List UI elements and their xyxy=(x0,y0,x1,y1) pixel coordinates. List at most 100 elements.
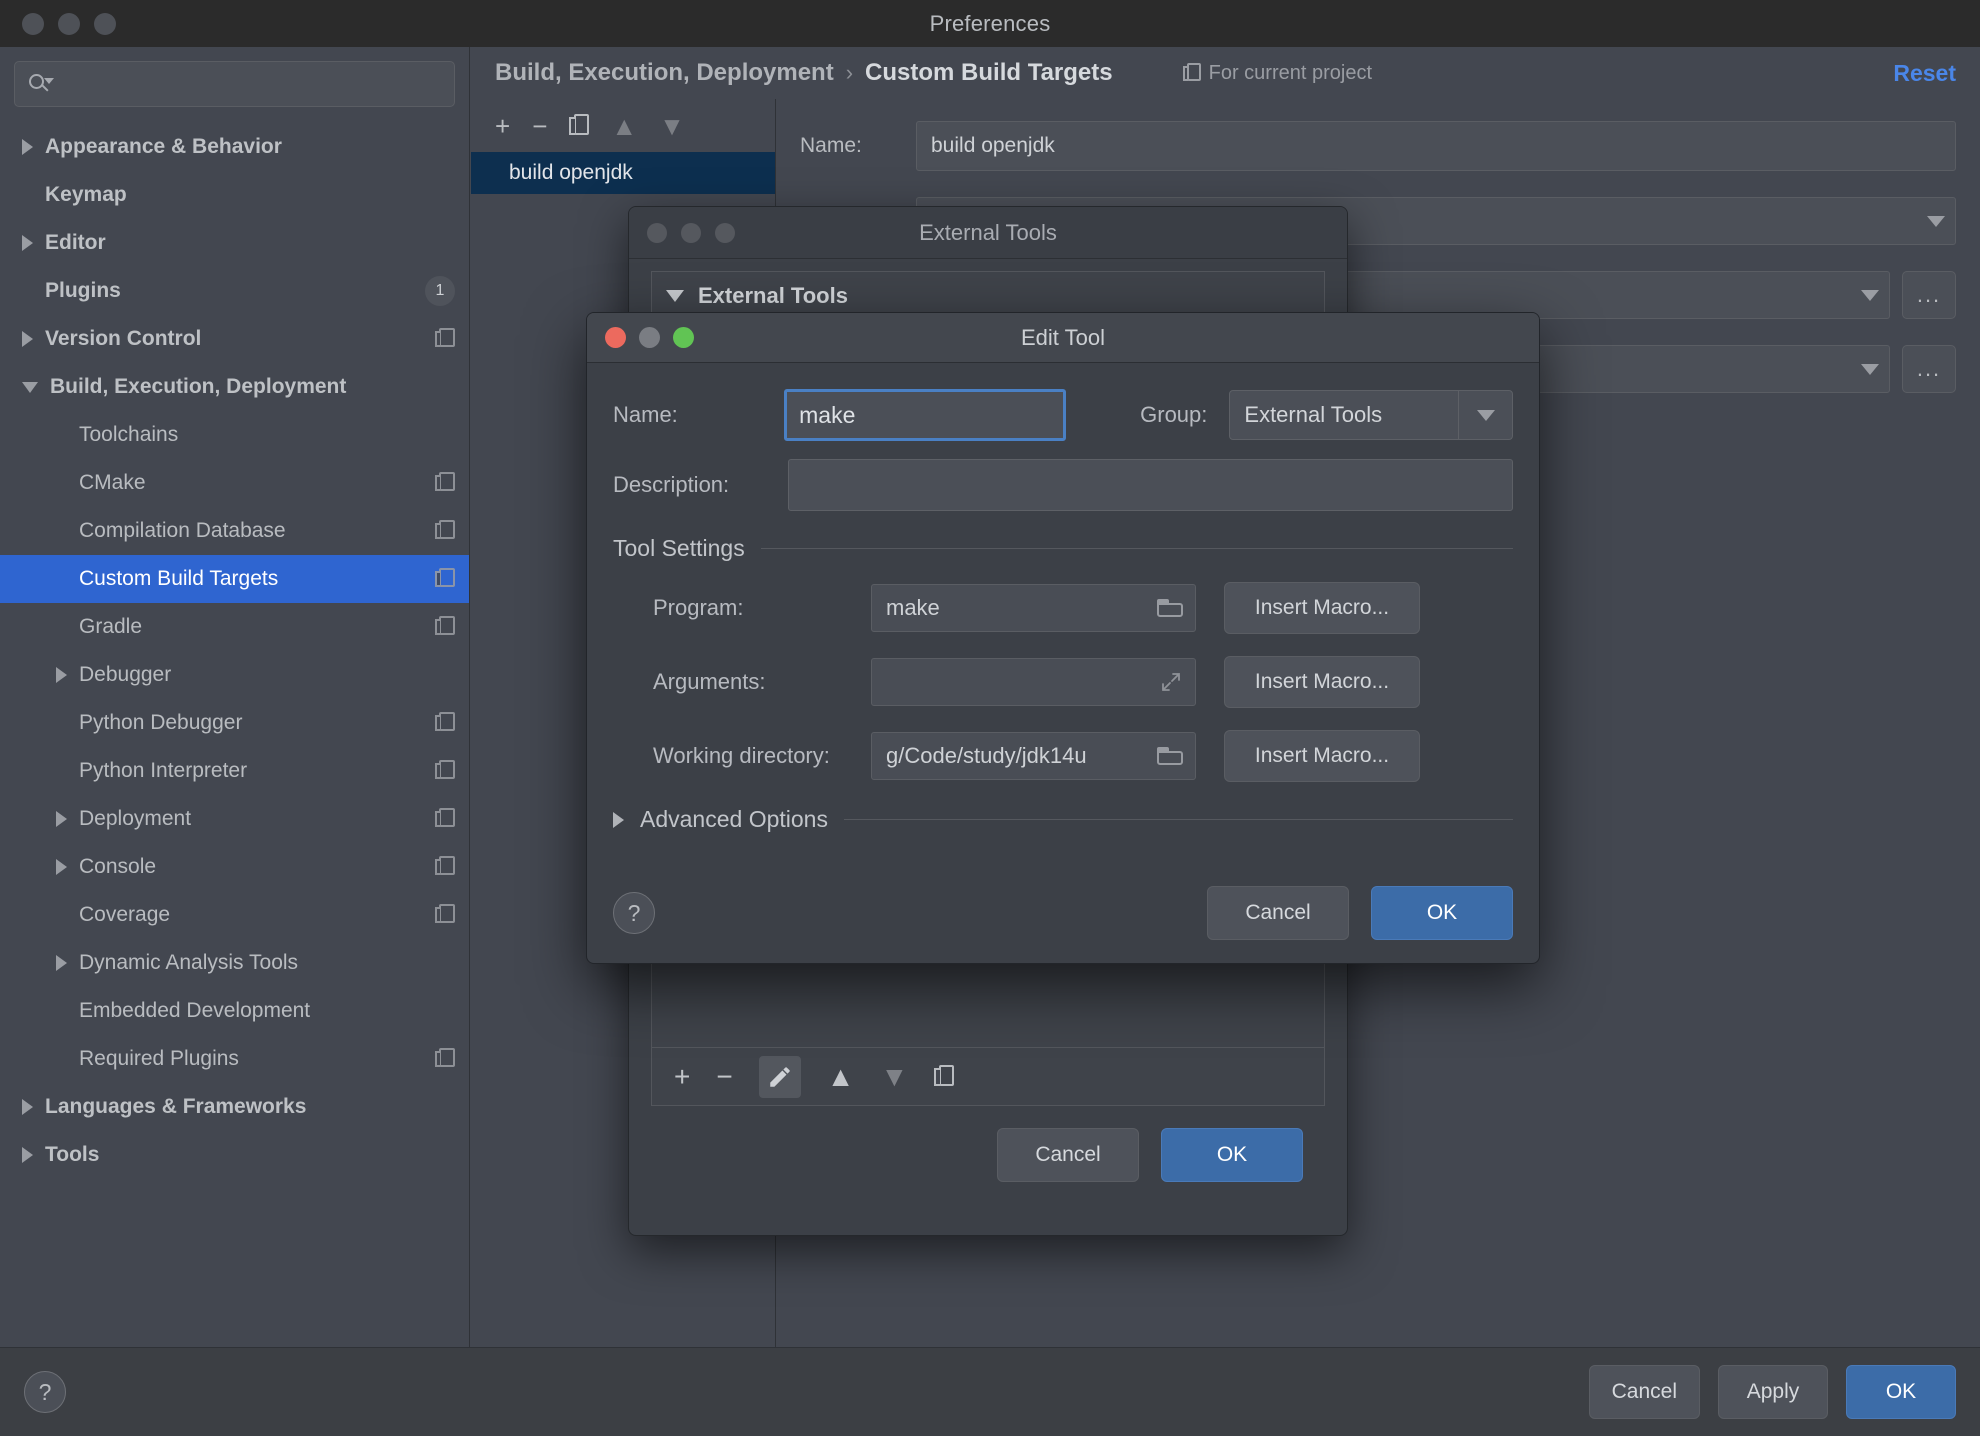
sidebar-item-embedded-development[interactable]: Embedded Development xyxy=(0,987,469,1035)
chevron-down-icon xyxy=(1927,215,1945,227)
tool-settings-section-header: Tool Settings xyxy=(613,535,1513,562)
sidebar-item-plugins[interactable]: Plugins 1 xyxy=(0,267,469,315)
sidebar-item-label: Plugins xyxy=(45,279,121,302)
add-tool-button[interactable]: + xyxy=(674,1062,690,1091)
remove-tool-button[interactable]: − xyxy=(716,1062,732,1091)
advanced-options-header[interactable]: Advanced Options xyxy=(613,806,1513,833)
sidebar-item-required-plugins[interactable]: Required Plugins xyxy=(0,1035,469,1083)
edit-tool-description-input[interactable] xyxy=(788,459,1513,511)
search-box[interactable] xyxy=(14,61,455,107)
external-tools-ok-button[interactable]: OK xyxy=(1161,1128,1303,1182)
sidebar-item-build-execution-deployment[interactable]: Build, Execution, Deployment xyxy=(0,363,469,411)
sidebar-item-label: Debugger xyxy=(79,663,172,686)
folder-icon[interactable] xyxy=(1157,597,1185,619)
edit-tool-button[interactable] xyxy=(758,1055,801,1098)
move-target-down-button[interactable]: ▼ xyxy=(659,113,685,139)
folder-icon[interactable] xyxy=(1157,745,1185,767)
copy-target-icon[interactable] xyxy=(569,113,590,138)
chevron-down-icon xyxy=(1861,289,1879,301)
sidebar-item-label: CMake xyxy=(79,471,146,494)
sidebar-item-gradle[interactable]: Gradle xyxy=(0,603,469,651)
sidebar-item-debugger[interactable]: Debugger xyxy=(0,651,469,699)
sidebar-item-compilation-database[interactable]: Compilation Database xyxy=(0,507,469,555)
sidebar-item-label: Tools xyxy=(45,1143,100,1166)
sidebar-item-custom-build-targets[interactable]: Custom Build Targets xyxy=(0,555,469,603)
edit-tool-body: Name: Group: External Tools Description:… xyxy=(587,363,1539,833)
project-scope-icon xyxy=(435,1048,455,1070)
external-tools-cancel-button[interactable]: Cancel xyxy=(997,1128,1139,1182)
sidebar-item-appearance-behavior[interactable]: Appearance & Behavior xyxy=(0,123,469,171)
preferences-ok-button[interactable]: OK xyxy=(1846,1365,1956,1419)
edit-tool-help-button[interactable]: ? xyxy=(613,892,655,934)
preferences-cancel-button[interactable]: Cancel xyxy=(1588,1365,1700,1419)
sidebar-item-toolchains[interactable]: Toolchains xyxy=(0,411,469,459)
sidebar-item-editor[interactable]: Editor xyxy=(0,219,469,267)
preferences-footer: ? Cancel Apply OK xyxy=(0,1347,1980,1436)
sidebar-item-cmake[interactable]: CMake xyxy=(0,459,469,507)
target-browse-button-2[interactable]: ... xyxy=(1902,345,1956,393)
edit-tool-cancel-button[interactable]: Cancel xyxy=(1207,886,1349,940)
project-scope-icon xyxy=(435,760,455,782)
chevron-down-icon xyxy=(1861,363,1879,375)
sidebar-item-python-debugger[interactable]: Python Debugger xyxy=(0,699,469,747)
sidebar-item-label: Python Interpreter xyxy=(79,759,248,782)
section-divider xyxy=(843,819,1513,820)
copy-tool-icon[interactable] xyxy=(934,1064,955,1089)
expand-icon[interactable] xyxy=(1159,670,1185,694)
tool-settings-field-input[interactable]: ɡ/Code/study/jdk14u xyxy=(871,732,1196,780)
edit-tool-description-row: Description: xyxy=(613,459,1513,511)
chevron-right-icon xyxy=(22,1147,33,1163)
move-target-up-button[interactable]: ▲ xyxy=(611,113,637,139)
edit-tool-footer: ? Cancel OK xyxy=(587,863,1539,963)
pencil-icon xyxy=(769,1066,790,1087)
insert-macro-button[interactable]: Insert Macro... xyxy=(1224,582,1420,634)
project-scope-icon xyxy=(435,520,455,542)
target-list-item[interactable]: build openjdk xyxy=(471,152,775,194)
sidebar-item-python-interpreter[interactable]: Python Interpreter xyxy=(0,747,469,795)
tool-settings-row: Arguments: Insert Macro... xyxy=(613,656,1513,708)
project-scope-icon xyxy=(435,616,455,638)
chevron-right-icon xyxy=(56,811,67,827)
sidebar-item-label: Build, Execution, Deployment xyxy=(50,375,347,398)
edit-tool-ok-button[interactable]: OK xyxy=(1371,886,1513,940)
sidebar-item-version-control[interactable]: Version Control xyxy=(0,315,469,363)
chevron-down-icon xyxy=(1458,391,1512,439)
settings-tree: Appearance & Behavior Keymap Editor Plugins… xyxy=(0,117,469,1179)
breadcrumb-parent[interactable]: Build, Execution, Deployment xyxy=(495,59,834,87)
search-input[interactable] xyxy=(59,74,442,94)
breadcrumb-header: Build, Execution, Deployment › Custom Bu… xyxy=(471,47,1980,99)
move-tool-up-button[interactable]: ▲ xyxy=(827,1062,855,1091)
sidebar-item-console[interactable]: Console xyxy=(0,843,469,891)
sidebar-item-deployment[interactable]: Deployment xyxy=(0,795,469,843)
sidebar-item-dynamic-analysis-tools[interactable]: Dynamic Analysis Tools xyxy=(0,939,469,987)
edit-tool-name-label: Name: xyxy=(613,402,678,427)
tool-settings-field-label: Working directory: xyxy=(653,743,830,768)
chevron-right-icon xyxy=(56,955,67,971)
tool-settings-title: Tool Settings xyxy=(613,535,745,561)
edit-tool-name-input[interactable] xyxy=(784,389,1067,441)
external-tools-buttons: Cancel OK xyxy=(651,1106,1325,1182)
sidebar-item-label: Compilation Database xyxy=(79,519,286,542)
tool-settings-field-input[interactable] xyxy=(871,658,1196,706)
sidebar-item-tools[interactable]: Tools xyxy=(0,1131,469,1179)
target-name-input[interactable]: build openjdk xyxy=(916,121,1956,171)
add-target-button[interactable]: + xyxy=(495,113,510,139)
tool-settings-field-input[interactable]: make xyxy=(871,584,1196,632)
preferences-window: Preferences Appearance & Behavior Keymap E… xyxy=(0,0,1980,1436)
preferences-apply-button[interactable]: Apply xyxy=(1718,1365,1828,1419)
reset-link[interactable]: Reset xyxy=(1893,60,1956,87)
sidebar-item-languages-frameworks[interactable]: Languages & Frameworks xyxy=(0,1083,469,1131)
tool-settings-field-value: ɡ/Code/study/jdk14u xyxy=(886,743,1087,768)
sidebar-item-label: Toolchains xyxy=(79,423,179,446)
edit-tool-group-combo[interactable]: External Tools xyxy=(1229,390,1513,440)
move-tool-down-button[interactable]: ▼ xyxy=(880,1062,908,1091)
help-button[interactable]: ? xyxy=(24,1371,66,1413)
sidebar-item-keymap[interactable]: Keymap xyxy=(0,171,469,219)
insert-macro-button[interactable]: Insert Macro... xyxy=(1224,656,1420,708)
sidebar-item-coverage[interactable]: Coverage xyxy=(0,891,469,939)
sidebar-item-label: Gradle xyxy=(79,615,143,638)
external-tools-title: External Tools xyxy=(919,219,1057,245)
target-browse-button-1[interactable]: ... xyxy=(1902,271,1956,319)
insert-macro-button[interactable]: Insert Macro... xyxy=(1224,730,1420,782)
remove-target-button[interactable]: − xyxy=(532,113,547,139)
